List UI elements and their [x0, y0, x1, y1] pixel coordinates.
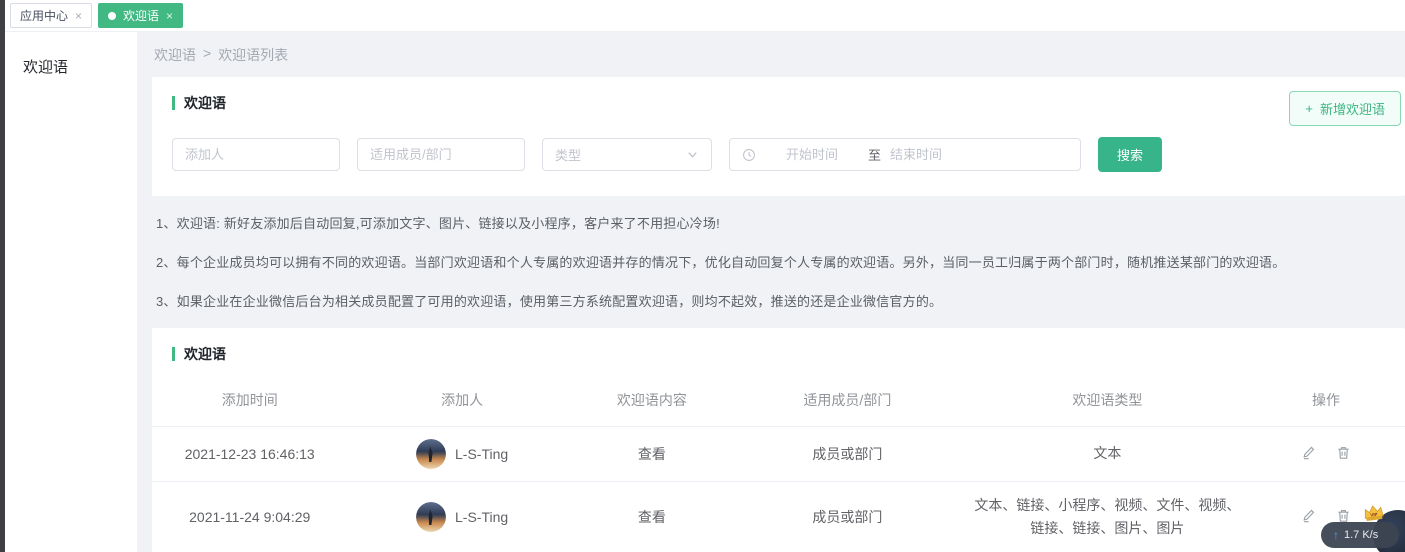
- cell-add-time: 2021-12-23 16:46:13: [152, 427, 347, 482]
- window-edge: [0, 0, 5, 552]
- start-time-input[interactable]: [765, 147, 859, 162]
- tab-label: 应用中心: [20, 7, 68, 24]
- adder-field[interactable]: [172, 138, 340, 171]
- table-header-row: 添加时间 添加人 欢迎语内容 适用成员/部门 欢迎语类型 操作: [152, 380, 1405, 427]
- col-type: 欢迎语类型: [968, 380, 1247, 427]
- add-button-label: 新增欢迎语: [1320, 99, 1385, 118]
- avatar: [416, 439, 446, 469]
- view-content-link[interactable]: 查看: [577, 482, 727, 552]
- svg-text:VIP: VIP: [1370, 512, 1378, 518]
- col-adder: 添加人: [347, 380, 576, 427]
- end-time-input[interactable]: [890, 147, 984, 162]
- filter-section-title: 欢迎语: [172, 93, 1385, 113]
- col-add-time: 添加时间: [152, 380, 347, 427]
- chevron-down-icon: [686, 148, 699, 161]
- member-department-input[interactable]: [370, 147, 512, 162]
- trash-icon: [1336, 445, 1351, 460]
- cell-type: 文本: [968, 427, 1247, 482]
- delete-button[interactable]: [1336, 445, 1351, 460]
- welcome-message-table: 添加时间 添加人 欢迎语内容 适用成员/部门 欢迎语类型 操作 2021-12-…: [152, 380, 1405, 552]
- tab-bar: 应用中心 × 欢迎语 ×: [5, 0, 1405, 32]
- breadcrumb-current: 欢迎语列表: [218, 45, 288, 65]
- tip-line: 1、欢迎语: 新好友添加后自动回复,可添加文字、图片、链接以及小程序，客户来了不…: [156, 213, 1401, 232]
- cell-adder: L-S-Ting: [347, 427, 576, 482]
- type-select-placeholder: 类型: [555, 145, 581, 164]
- col-content: 欢迎语内容: [577, 380, 727, 427]
- search-button[interactable]: 搜索: [1098, 137, 1162, 172]
- main-content: 欢迎语 > 欢迎语列表 欢迎语 + 新增欢迎语 类: [137, 32, 1405, 552]
- tab-app-center[interactable]: 应用中心 ×: [10, 3, 92, 28]
- edit-button[interactable]: [1301, 445, 1316, 460]
- type-select[interactable]: 类型: [542, 138, 712, 171]
- close-icon[interactable]: ×: [75, 10, 82, 22]
- tab-welcome-message[interactable]: 欢迎语 ×: [98, 3, 183, 28]
- table-section-title: 欢迎语: [152, 344, 1405, 364]
- tab-label: 欢迎语: [123, 7, 159, 24]
- adder-input[interactable]: [185, 147, 327, 162]
- sidebar-item-welcome-message[interactable]: 欢迎语: [5, 46, 137, 87]
- upload-speed-pill[interactable]: ↑ 1.7 K/s: [1321, 522, 1399, 548]
- breadcrumb: 欢迎语 > 欢迎语列表: [152, 32, 1405, 77]
- filter-row: 类型 至 搜索: [172, 137, 1385, 172]
- section-bar-icon: [172, 347, 175, 361]
- date-range-to-label: 至: [868, 145, 881, 164]
- sidebar: 欢迎语: [5, 32, 137, 552]
- clock-icon: [742, 148, 756, 162]
- date-range-picker[interactable]: 至: [729, 138, 1081, 171]
- cell-add-time: 2021-11-24 9:04:29: [152, 482, 347, 552]
- welcome-message-table-card: 欢迎语 添加时间 添加人 欢迎语内容 适用成员/部门 欢迎语类型 操作: [152, 328, 1405, 552]
- section-bar-icon: [172, 96, 175, 110]
- upload-arrow-icon: ↑: [1333, 529, 1339, 541]
- upload-speed-value: 1.7 K/s: [1344, 529, 1378, 541]
- sidebar-item-label: 欢迎语: [23, 59, 68, 76]
- tip-line: 2、每个企业成员均可以拥有不同的欢迎语。当部门欢迎语和个人专属的欢迎语并存的情况…: [156, 252, 1401, 271]
- cell-scope: 成员或部门: [727, 482, 968, 552]
- col-actions: 操作: [1247, 380, 1405, 427]
- tips-block: 1、欢迎语: 新好友添加后自动回复,可添加文字、图片、链接以及小程序，客户来了不…: [152, 196, 1405, 328]
- col-scope: 适用成员/部门: [727, 380, 968, 427]
- add-welcome-message-button[interactable]: + 新增欢迎语: [1289, 91, 1401, 126]
- table-section-label: 欢迎语: [184, 344, 226, 364]
- avatar: [416, 502, 446, 532]
- view-content-link[interactable]: 查看: [577, 427, 727, 482]
- plus-icon: +: [1305, 101, 1313, 116]
- breadcrumb-separator: >: [203, 45, 211, 65]
- table-row: 2021-11-24 9:04:29 L-S-Ting 查看 成员或部门 文本: [152, 482, 1405, 552]
- close-icon[interactable]: ×: [166, 10, 173, 22]
- tip-line: 3、如果企业在企业微信后台为相关成员配置了可用的欢迎语，使用第三方系统配置欢迎语…: [156, 291, 1401, 310]
- cell-adder: L-S-Ting: [347, 482, 576, 552]
- cell-actions: [1247, 427, 1405, 482]
- vip-crown-icon: VIP: [1362, 503, 1387, 529]
- cell-type: 文本、链接、小程序、视频、文件、视频、链接、链接、图片、图片: [968, 482, 1247, 552]
- adder-name: L-S-Ting: [455, 446, 508, 462]
- pencil-icon: [1301, 445, 1316, 460]
- adder-name: L-S-Ting: [455, 509, 508, 525]
- cell-scope: 成员或部门: [727, 427, 968, 482]
- active-tab-dot-icon: [108, 12, 116, 20]
- speed-monitor-widget[interactable]: ↑ 1.7 K/s VIP: [1285, 492, 1405, 552]
- breadcrumb-section[interactable]: 欢迎语: [154, 45, 196, 65]
- member-department-field[interactable]: [357, 138, 525, 171]
- table-row: 2021-12-23 16:46:13 L-S-Ting 查看 成员或部门 文: [152, 427, 1405, 482]
- filter-card: 欢迎语 + 新增欢迎语 类型: [152, 77, 1405, 196]
- filter-section-label: 欢迎语: [184, 93, 226, 113]
- app-layout: 欢迎语 欢迎语 > 欢迎语列表 欢迎语 + 新增欢迎语: [5, 32, 1405, 552]
